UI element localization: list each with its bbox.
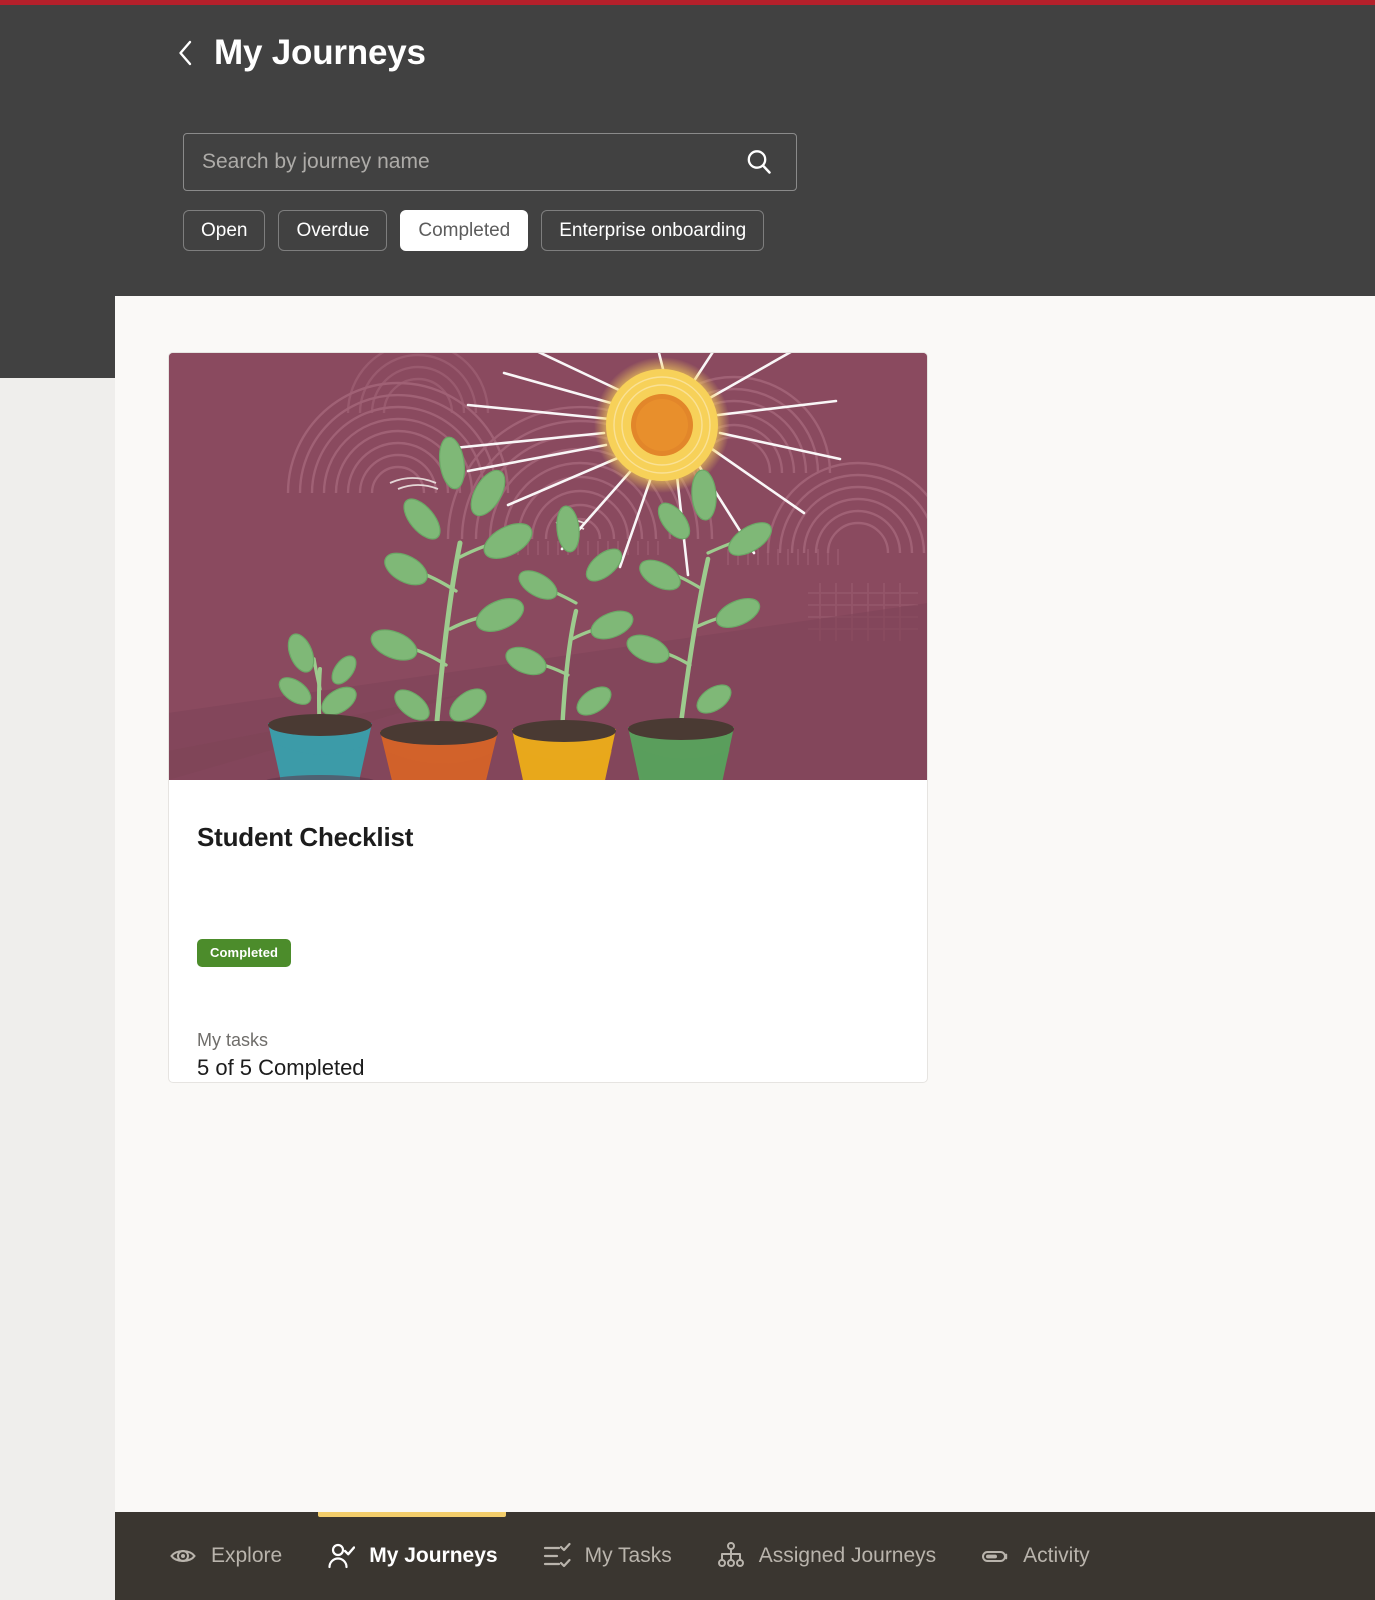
tasks-label: My tasks xyxy=(197,1030,269,1050)
plants-and-sun-illustration xyxy=(169,353,927,780)
journey-tasks-block: My tasks 5 of 5 Completed xyxy=(197,1028,365,1082)
dark-left-rail xyxy=(0,296,115,378)
active-tab-indicator xyxy=(318,1512,506,1517)
nav-label-activity: Activity xyxy=(1023,1544,1090,1567)
app-root: My Journeys Open Overdue Completed Enter… xyxy=(0,0,1375,1600)
hierarchy-icon xyxy=(716,1541,746,1571)
nav-item-explore[interactable]: Explore xyxy=(146,1512,304,1600)
nav-item-activity[interactable]: Activity xyxy=(958,1512,1112,1600)
search-input[interactable] xyxy=(202,150,742,174)
nav-label-assigned-journeys: Assigned Journeys xyxy=(758,1544,937,1567)
nav-item-my-tasks[interactable]: My Tasks xyxy=(520,1512,694,1600)
status-badge: Completed xyxy=(197,939,292,967)
journey-card-body: Student Checklist Completed My tasks 5 o… xyxy=(169,780,927,1082)
bottom-navigation-bar: Explore My Journeys My Tasks Assigned Jo… xyxy=(115,1512,1375,1600)
battery-icon xyxy=(980,1541,1010,1571)
nav-item-assigned-journeys[interactable]: Assigned Journeys xyxy=(694,1512,958,1600)
journey-card-hero-illustration xyxy=(169,353,927,780)
chevron-left-icon xyxy=(179,40,192,66)
tasks-progress-value: 5 of 5 Completed xyxy=(197,1055,365,1081)
filter-chip-row: Open Overdue Completed Enterprise onboar… xyxy=(183,210,765,251)
top-accent-strip xyxy=(0,0,1375,5)
search-icon[interactable] xyxy=(742,145,776,179)
filter-chip-completed[interactable]: Completed xyxy=(400,210,529,251)
nav-label-explore: Explore xyxy=(211,1544,283,1567)
checklist-icon xyxy=(542,1541,572,1571)
nav-label-my-journeys: My Journeys xyxy=(369,1544,498,1567)
filter-chip-overdue[interactable]: Overdue xyxy=(278,210,388,251)
person-check-icon xyxy=(326,1541,356,1571)
nav-item-my-journeys[interactable]: My Journeys xyxy=(304,1512,519,1600)
journey-card[interactable]: Student Checklist Completed My tasks 5 o… xyxy=(168,352,928,1083)
journey-card-title: Student Checklist xyxy=(197,822,414,852)
search-box[interactable] xyxy=(183,133,797,191)
header-title-row: My Journeys xyxy=(172,33,426,73)
eye-icon xyxy=(168,1541,198,1571)
back-button[interactable] xyxy=(172,33,198,73)
nav-label-my-tasks: My Tasks xyxy=(584,1544,672,1567)
magnifier-glyph xyxy=(747,150,771,174)
filter-chip-open[interactable]: Open xyxy=(183,210,266,251)
page-title: My Journeys xyxy=(214,32,426,72)
filter-chip-enterprise-onboarding[interactable]: Enterprise onboarding xyxy=(541,210,765,251)
